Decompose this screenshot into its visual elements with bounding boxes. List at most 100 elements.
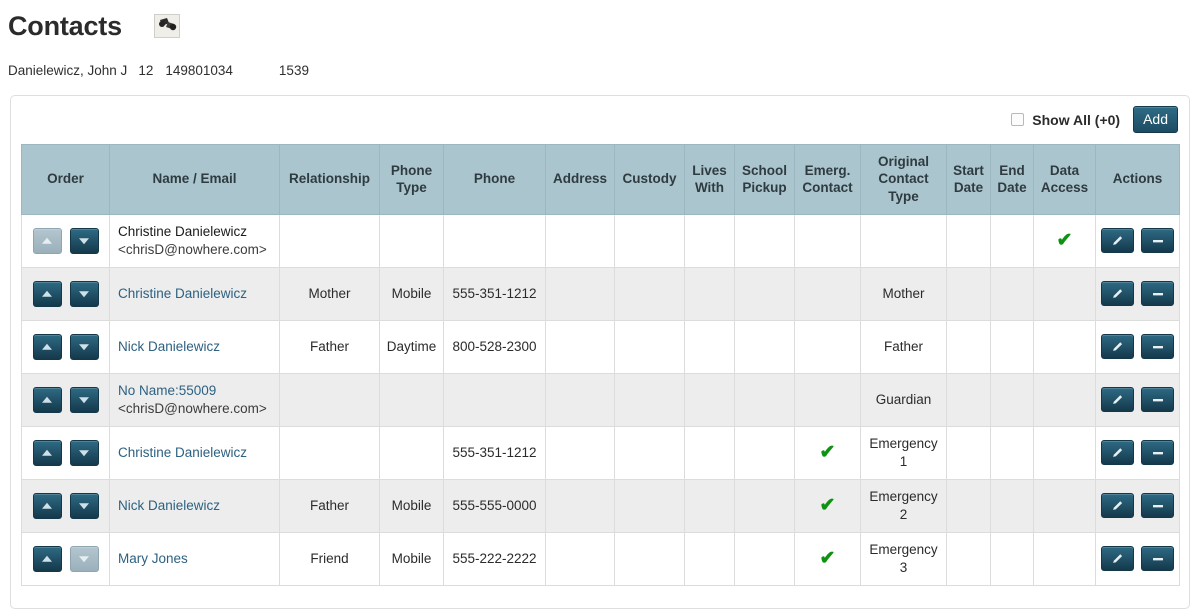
original-contact-type-cell: Emergency 2 <box>860 478 947 533</box>
column-header-original-contact-type: Original Contact Type <box>860 143 947 215</box>
column-header-data-access: Data Access <box>1033 143 1096 215</box>
arrow-up-icon[interactable] <box>32 545 62 572</box>
table-row: Christine Danielewicz Mother Mobile 555-351… <box>21 266 1180 321</box>
arrow-down-icon[interactable] <box>69 280 99 307</box>
start-date-cell <box>946 372 991 427</box>
phone-cell: 555-555-0000 <box>443 478 546 533</box>
order-buttons <box>27 333 104 360</box>
remove-minus-icon[interactable] <box>1141 281 1174 306</box>
name-email-cell: Nick Danielewicz <box>109 319 280 374</box>
remove-minus-icon[interactable] <box>1141 546 1174 571</box>
remove-minus-icon[interactable] <box>1141 493 1174 518</box>
action-buttons <box>1101 228 1174 253</box>
phone-type-cell: Mobile <box>379 531 444 586</box>
table-header-row: Order Name / Email Relationship Phone Type P… <box>21 143 1180 215</box>
emergency-contact-cell <box>794 372 861 427</box>
table-row: Christine Danielewicz 555-351-1212 ✔ Emerge… <box>21 425 1180 480</box>
order-cell <box>21 372 110 427</box>
edit-pencil-icon[interactable] <box>1101 440 1134 465</box>
contact-name-link[interactable]: Mary Jones <box>118 550 274 568</box>
actions-cell <box>1095 478 1180 533</box>
order-cell <box>21 425 110 480</box>
edit-pencil-icon[interactable] <box>1101 493 1134 518</box>
custody-cell <box>614 372 685 427</box>
end-date-cell <box>990 531 1034 586</box>
action-buttons <box>1101 440 1174 465</box>
contact-name-link[interactable]: Christine Danielewicz <box>118 444 274 462</box>
edit-pencil-icon[interactable] <box>1101 334 1134 359</box>
school-pickup-cell <box>734 213 795 268</box>
show-all-label: Show All (+0) <box>1032 111 1121 128</box>
phone-cell: 555-351-1212 <box>443 425 546 480</box>
edit-pencil-icon[interactable] <box>1101 546 1134 571</box>
order-buttons <box>27 545 104 572</box>
arrow-up-icon[interactable] <box>32 439 62 466</box>
phone-type-cell: Daytime <box>379 319 444 374</box>
arrow-down-icon[interactable] <box>69 386 99 413</box>
lives-with-cell <box>684 319 735 374</box>
custody-cell <box>614 531 685 586</box>
edit-pencil-icon[interactable] <box>1101 387 1134 412</box>
order-buttons <box>27 227 104 254</box>
checkmark-icon: ✔ <box>819 441 836 463</box>
arrow-up-icon[interactable] <box>32 333 62 360</box>
table-row: No Name:55009 <chrisD@nowhere.com> Guardia… <box>21 372 1180 427</box>
relationship-cell <box>279 425 380 480</box>
data-access-cell <box>1033 266 1096 321</box>
remove-minus-icon[interactable] <box>1141 387 1174 412</box>
table-head: Order Name / Email Relationship Phone Type P… <box>21 143 1180 215</box>
name-email-cell: Christine Danielewicz <chrisD@nowhere.com… <box>109 213 280 268</box>
emergency-contact-cell <box>794 213 861 268</box>
emergency-contact-cell: ✔ <box>794 425 861 480</box>
contact-name-link[interactable]: No Name:55009 <box>118 382 274 400</box>
data-access-cell <box>1033 425 1096 480</box>
start-date-cell <box>946 213 991 268</box>
data-access-cell <box>1033 531 1096 586</box>
lives-with-cell <box>684 425 735 480</box>
lives-with-cell <box>684 266 735 321</box>
actions-cell <box>1095 531 1180 586</box>
checkmark-icon: ✔ <box>819 494 836 516</box>
end-date-cell <box>990 319 1034 374</box>
arrow-up-icon[interactable] <box>32 386 62 413</box>
arrow-up-icon[interactable] <box>32 492 62 519</box>
column-header-phone-type: Phone Type <box>379 143 444 215</box>
arrow-down-icon[interactable] <box>69 333 99 360</box>
column-header-relationship: Relationship <box>279 143 380 215</box>
original-contact-type-cell: Guardian <box>860 372 947 427</box>
action-buttons <box>1101 281 1174 306</box>
add-button[interactable]: Add <box>1133 106 1178 133</box>
address-cell <box>545 478 615 533</box>
relationship-cell: Father <box>279 478 380 533</box>
contact-name-link[interactable]: Christine Danielewicz <box>118 285 274 303</box>
table-row: Nick Danielewicz Father Daytime 800-528-230… <box>21 319 1180 374</box>
phone-cell: 800-528-2300 <box>443 319 546 374</box>
arrow-down-icon[interactable] <box>69 227 99 254</box>
phone-type-cell <box>379 213 444 268</box>
edit-pencil-icon[interactable] <box>1101 228 1134 253</box>
edit-pencil-icon[interactable] <box>1101 281 1134 306</box>
table-row: Nick Danielewicz Father Mobile 555-555-0000… <box>21 478 1180 533</box>
column-header-phone: Phone <box>443 143 546 215</box>
emergency-contact-cell: ✔ <box>794 478 861 533</box>
remove-minus-icon[interactable] <box>1141 440 1174 465</box>
contact-name-link[interactable]: Nick Danielewicz <box>118 338 274 356</box>
show-all-checkbox[interactable] <box>1011 113 1025 126</box>
emergency-contact-cell <box>794 319 861 374</box>
page-title: Contacts <box>8 10 122 41</box>
binoculars-icon[interactable] <box>153 14 180 38</box>
remove-minus-icon[interactable] <box>1141 228 1174 253</box>
column-header-order: Order <box>21 143 110 215</box>
column-header-end-date: End Date <box>990 143 1034 215</box>
action-buttons <box>1101 387 1174 412</box>
end-date-cell <box>990 266 1034 321</box>
arrow-up-icon[interactable] <box>32 280 62 307</box>
emergency-contact-cell <box>794 266 861 321</box>
contact-name-link[interactable]: Nick Danielewicz <box>118 497 274 515</box>
remove-minus-icon[interactable] <box>1141 334 1174 359</box>
original-contact-type-cell <box>860 213 947 268</box>
arrow-down-icon[interactable] <box>69 492 99 519</box>
arrow-down-icon[interactable] <box>69 439 99 466</box>
original-contact-type-cell: Mother <box>860 266 947 321</box>
order-buttons <box>27 386 104 413</box>
